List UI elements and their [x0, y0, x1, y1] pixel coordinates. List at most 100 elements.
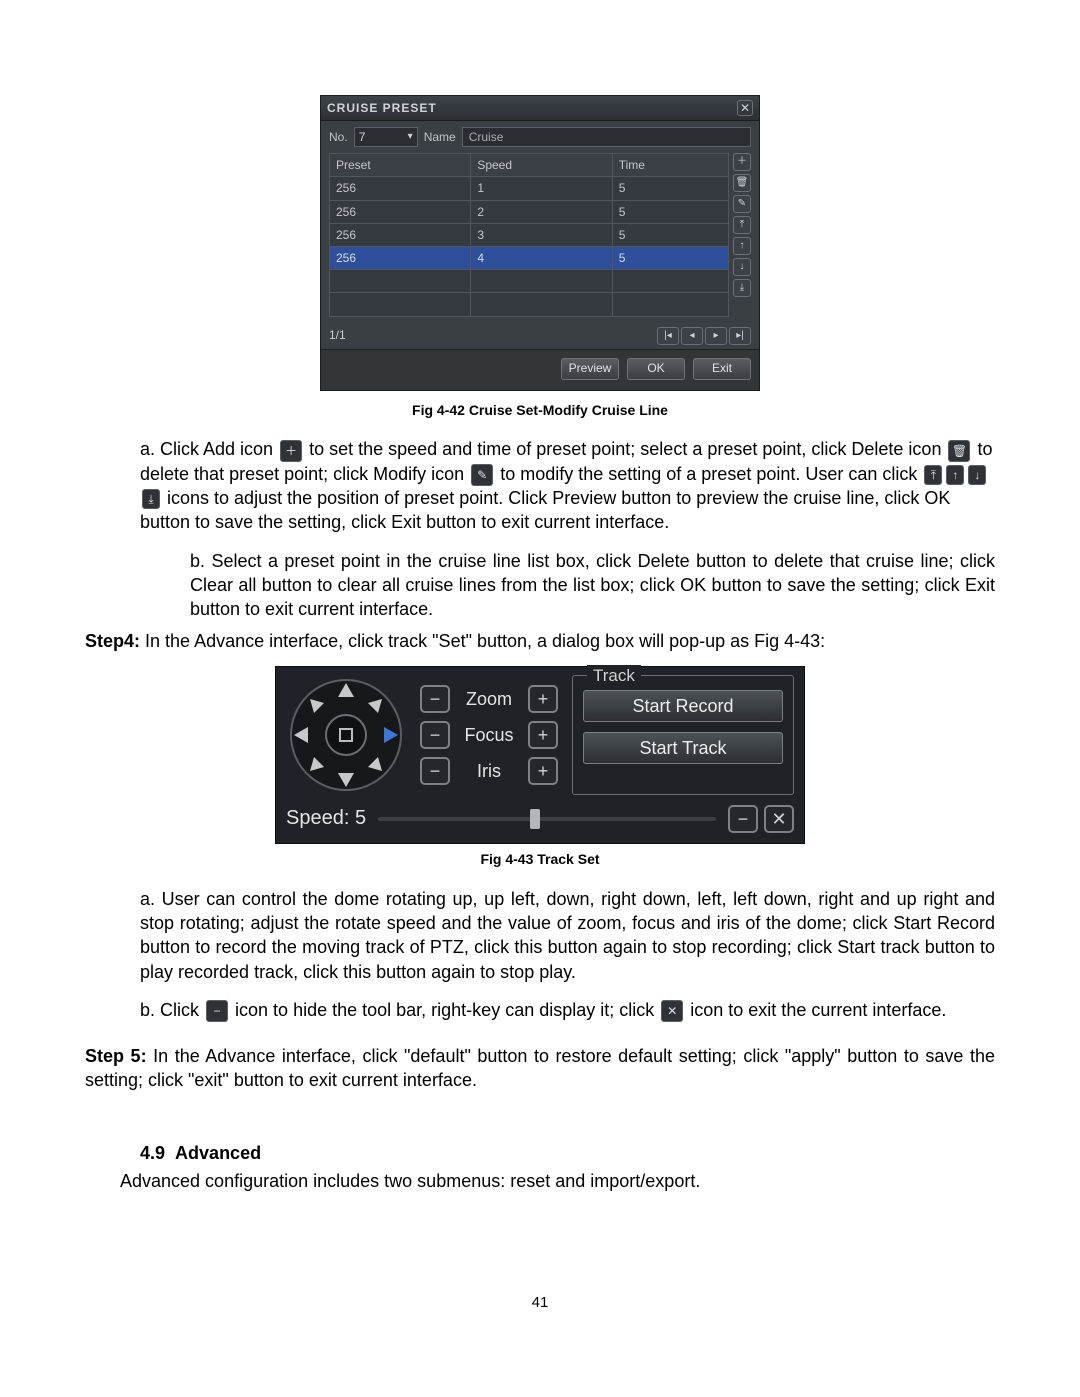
- track-group: Track Start Record Start Track: [572, 675, 794, 795]
- para-a-seg2: to set the speed and time of preset poin…: [309, 439, 946, 459]
- ok-button[interactable]: OK: [627, 358, 685, 380]
- dialog-titlebar: CRUISE PRESET ✕: [321, 96, 759, 121]
- cruise-table: Preset Speed Time 25615256252563525645: [329, 153, 729, 316]
- modify-icon-inline: ✎: [471, 464, 493, 486]
- iris-minus-button[interactable]: −: [420, 757, 450, 785]
- figure-caption-43: Fig 4-43 Track Set: [50, 850, 1030, 869]
- name-label: Name: [424, 129, 456, 145]
- move-up-icon[interactable]: ↑: [733, 237, 751, 255]
- iris-plus-button[interactable]: +: [528, 757, 558, 785]
- para2-b-mid: icon to hide the tool bar, right-key can…: [235, 1000, 659, 1020]
- move-up-icon-inline: ↑: [946, 465, 964, 485]
- para-a-seg5: icons to adjust the position of preset p…: [140, 488, 950, 532]
- para2-b: b. Click − icon to hide the tool bar, ri…: [140, 998, 995, 1022]
- table-row[interactable]: 25625: [330, 200, 729, 223]
- no-value: 7: [359, 129, 366, 145]
- cell-time: [612, 270, 728, 293]
- cell-time: 5: [612, 177, 728, 200]
- close-icon-inline: ✕: [661, 1000, 683, 1022]
- cell-preset: 256: [330, 223, 471, 246]
- section-body: Advanced configuration includes two subm…: [120, 1169, 995, 1193]
- start-record-button[interactable]: Start Record: [583, 690, 783, 722]
- focus-minus-button[interactable]: −: [420, 721, 450, 749]
- col-time: Time: [612, 154, 728, 177]
- para2-a: a. User can control the dome rotating up…: [140, 887, 995, 984]
- table-row[interactable]: 25645: [330, 246, 729, 269]
- add-icon-inline: ＋: [280, 440, 302, 462]
- no-select[interactable]: 7 ▾: [354, 127, 418, 147]
- speed-label: Speed: 5: [286, 805, 366, 832]
- ptz-joystick[interactable]: [286, 675, 406, 795]
- section-heading: 4.9 Advanced: [140, 1141, 995, 1165]
- para2-b-pre: b. Click: [140, 1000, 204, 1020]
- step4-line: Step4: In the Advance interface, click t…: [85, 629, 995, 653]
- chevron-down-icon: ▾: [408, 130, 413, 144]
- move-top-icon[interactable]: ⤒: [733, 216, 751, 234]
- preview-button[interactable]: Preview: [561, 358, 619, 380]
- minimize-icon-inline: −: [206, 1000, 228, 1022]
- para-b: b. Select a preset point in the cruise l…: [190, 549, 995, 622]
- zoom-label: Zoom: [458, 687, 520, 711]
- table-row[interactable]: [330, 293, 729, 316]
- close-panel-icon[interactable]: ✕: [764, 805, 794, 833]
- cell-speed: [471, 270, 612, 293]
- cell-speed: [471, 293, 612, 316]
- iris-label: Iris: [458, 759, 520, 783]
- cell-time: 5: [612, 200, 728, 223]
- exit-button[interactable]: Exit: [693, 358, 751, 380]
- cell-preset: [330, 293, 471, 316]
- para2-b-post: icon to exit the current interface.: [690, 1000, 946, 1020]
- speed-slider[interactable]: [378, 809, 716, 829]
- move-down-icon-inline: ↓: [968, 465, 986, 485]
- table-row[interactable]: [330, 270, 729, 293]
- page-next-icon[interactable]: ▸: [705, 327, 727, 345]
- cell-preset: 256: [330, 246, 471, 269]
- pager-status: 1/1: [329, 327, 346, 343]
- track-legend: Track: [587, 665, 641, 688]
- table-row[interactable]: 25615: [330, 177, 729, 200]
- cell-time: [612, 293, 728, 316]
- pager-row: 1/1 |◂ ◂ ▸ ▸|: [321, 323, 759, 349]
- modify-icon[interactable]: ✎: [733, 195, 751, 213]
- move-bottom-icon[interactable]: ⤓: [733, 279, 751, 297]
- delete-icon[interactable]: 🗑: [733, 174, 751, 192]
- zoom-plus-button[interactable]: +: [528, 685, 558, 713]
- close-icon[interactable]: ✕: [737, 100, 753, 116]
- cell-speed: 2: [471, 200, 612, 223]
- step4-body: In the Advance interface, click track "S…: [145, 631, 825, 651]
- start-track-button[interactable]: Start Track: [583, 732, 783, 764]
- cell-speed: 1: [471, 177, 612, 200]
- page-first-icon[interactable]: |◂: [657, 327, 679, 345]
- name-input[interactable]: Cruise: [462, 127, 751, 147]
- delete-icon-inline: 🗑: [948, 440, 970, 462]
- para-a: a. Click Add icon ＋ to set the speed and…: [140, 437, 995, 534]
- zoom-focus-iris-group: − Zoom + − Focus + − Iris +: [420, 675, 558, 795]
- cruise-fields-row: No. 7 ▾ Name Cruise: [321, 121, 759, 153]
- col-speed: Speed: [471, 154, 612, 177]
- page-last-icon[interactable]: ▸|: [729, 327, 751, 345]
- focus-plus-button[interactable]: +: [528, 721, 558, 749]
- table-row[interactable]: 25635: [330, 223, 729, 246]
- track-panel: − Zoom + − Focus + − Iris + Track Start …: [275, 666, 805, 844]
- dialog-title: CRUISE PRESET: [327, 100, 437, 116]
- move-bottom-icon-inline: ⤓: [142, 489, 160, 509]
- cell-speed: 4: [471, 246, 612, 269]
- step5-line: Step 5: In the Advance interface, click …: [85, 1044, 995, 1093]
- cell-time: 5: [612, 223, 728, 246]
- minimize-icon[interactable]: −: [728, 805, 758, 833]
- para-a-seg1: a. Click Add icon: [140, 439, 278, 459]
- figure-caption-42: Fig 4-42 Cruise Set-Modify Cruise Line: [50, 401, 1030, 420]
- cell-preset: 256: [330, 177, 471, 200]
- cell-time: 5: [612, 246, 728, 269]
- page-prev-icon[interactable]: ◂: [681, 327, 703, 345]
- name-value: Cruise: [469, 129, 504, 145]
- slider-thumb-icon[interactable]: [530, 809, 540, 829]
- dialog-footer: Preview OK Exit: [321, 349, 759, 390]
- cruise-preset-dialog: CRUISE PRESET ✕ No. 7 ▾ Name Cruise Pres…: [320, 95, 760, 391]
- add-icon[interactable]: ＋: [733, 153, 751, 171]
- move-down-icon[interactable]: ↓: [733, 258, 751, 276]
- cell-preset: [330, 270, 471, 293]
- zoom-minus-button[interactable]: −: [420, 685, 450, 713]
- cell-preset: 256: [330, 200, 471, 223]
- move-top-icon-inline: ⤒: [924, 465, 942, 485]
